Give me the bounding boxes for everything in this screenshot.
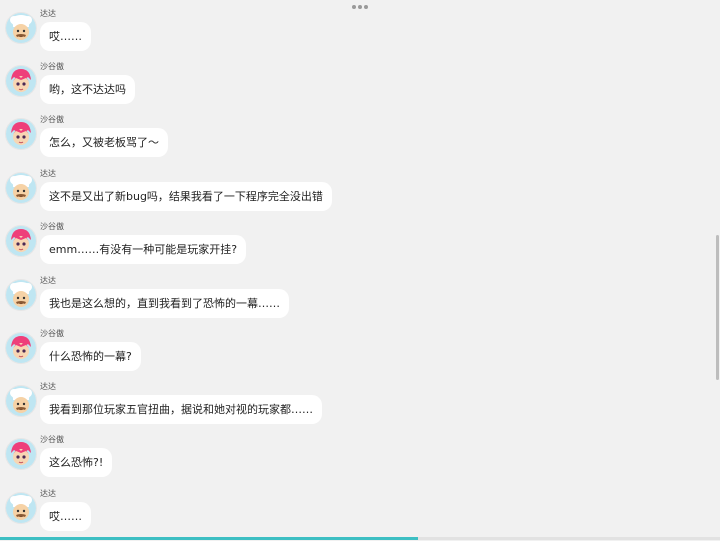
chat-message: 达达 我看到那位玩家五官扭曲，据说和她对视的玩家都…… [0,382,700,434]
chef-avatar-icon [6,386,36,416]
chef-avatar-icon [6,13,36,43]
chef-avatar-icon [6,173,36,203]
chat-message: 达达 哎…… [0,9,700,61]
chat-message: 沙谷傲 怎么，又被老板骂了～ [0,115,700,167]
avatar-shagu[interactable] [5,438,37,470]
message-bubble[interactable]: 这不是又出了新bug吗，结果我看了一下程序完全没出错 [40,182,332,211]
message-bubble[interactable]: 哎…… [40,22,91,51]
avatar-shagu[interactable] [5,332,37,364]
message-bubble[interactable]: 我也是这么想的，直到我看到了恐怖的一幕…… [40,289,289,318]
avatar-shagu[interactable] [5,118,37,150]
chef-avatar-icon [6,493,36,523]
chat-message: 沙谷傲 哟，这不达达吗 [0,62,700,114]
pink-hair-avatar-icon [6,439,36,469]
message-bubble[interactable]: 怎么，又被老板骂了～ [40,128,168,157]
chat-message: 沙谷傲 emm……有没有一种可能是玩家开挂? [0,222,700,274]
sender-name: 沙谷傲 [40,329,64,338]
message-bubble[interactable]: 哟，这不达达吗 [40,75,135,104]
sender-name: 达达 [40,9,56,18]
pink-hair-avatar-icon [6,226,36,256]
vertical-scrollbar[interactable] [716,235,719,380]
message-bubble[interactable]: 这么恐怖?! [40,448,113,477]
avatar-shagu[interactable] [5,225,37,257]
message-bubble[interactable]: 我看到那位玩家五官扭曲，据说和她对视的玩家都…… [40,395,322,424]
sender-name: 达达 [40,276,56,285]
avatar-dada[interactable] [5,279,37,311]
sender-name: 沙谷傲 [40,435,64,444]
avatar-shagu[interactable] [5,65,37,97]
message-bubble[interactable]: 哎…… [40,502,91,531]
message-bubble[interactable]: 什么恐怖的一幕? [40,342,141,371]
sender-name: 达达 [40,169,56,178]
pink-hair-avatar-icon [6,333,36,363]
chat-message: 达达 哎…… [0,489,700,541]
sender-name: 沙谷傲 [40,222,64,231]
avatar-dada[interactable] [5,172,37,204]
sender-name: 沙谷傲 [40,62,64,71]
chef-avatar-icon [6,280,36,310]
pink-hair-avatar-icon [6,119,36,149]
pink-hair-avatar-icon [6,66,36,96]
message-bubble[interactable]: emm……有没有一种可能是玩家开挂? [40,235,247,264]
sender-name: 达达 [40,489,56,498]
sender-name: 沙谷傲 [40,115,64,124]
avatar-dada[interactable] [5,385,37,417]
avatar-dada[interactable] [5,492,37,524]
chat-message: 沙谷傲 这么恐怖?! [0,435,700,487]
chat-message: 沙谷傲 什么恐怖的一幕? [0,329,700,381]
sender-name: 达达 [40,382,56,391]
chat-message: 达达 我也是这么想的，直到我看到了恐怖的一幕…… [0,276,700,328]
avatar-dada[interactable] [5,12,37,44]
chat-message: 达达 这不是又出了新bug吗，结果我看了一下程序完全没出错 [0,169,700,221]
